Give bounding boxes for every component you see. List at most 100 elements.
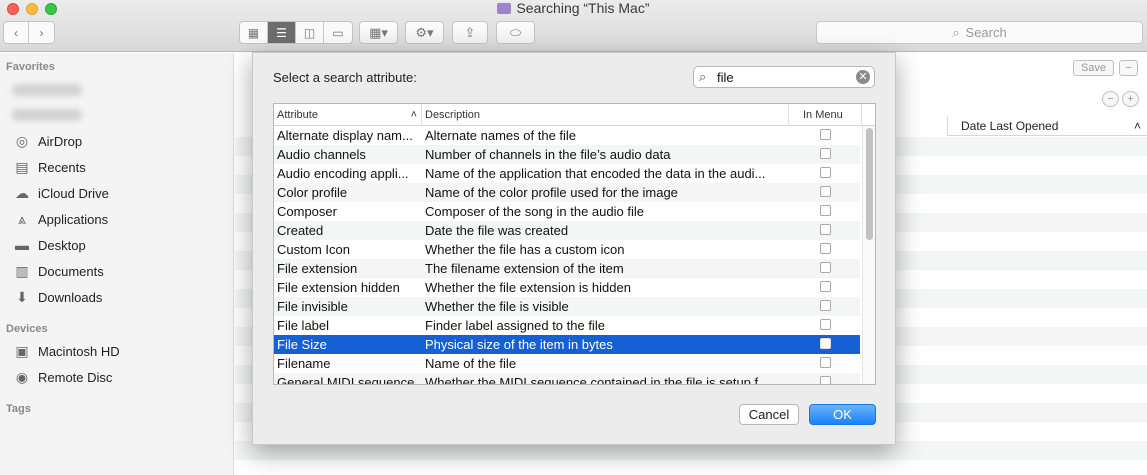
chevron-up-icon: ˄ [410, 109, 417, 121]
sidebar-item-remote-disc[interactable]: ◉ Remote Disc [12, 366, 113, 388]
remove-criteria-button[interactable]: − [1102, 91, 1119, 107]
description-cell: The filename extension of the item [425, 261, 624, 276]
in-menu-checkbox[interactable] [820, 129, 831, 140]
table-row[interactable]: File extension hidden Whether the file ex… [274, 278, 860, 297]
plus-icon: + [1127, 93, 1134, 105]
grid-icon: ▦ [247, 25, 260, 40]
table-row[interactable]: File label Finder label assigned to the f… [274, 316, 860, 335]
attribute-cell: Custom Icon [277, 242, 350, 257]
table-row[interactable]: Custom Icon Whether the file has a custom… [274, 240, 860, 259]
description-cell: Name of the file [425, 356, 517, 371]
column-header-attribute[interactable]: Attribute ˄ [274, 104, 422, 126]
column-view-button[interactable]: ◫ [296, 22, 324, 43]
in-menu-checkbox[interactable] [820, 357, 831, 368]
columns-icon: ◫ [303, 25, 316, 40]
cloud-icon: ☁ [15, 184, 29, 201]
in-menu-checkbox[interactable] [820, 338, 831, 349]
table-row[interactable]: File Size Physical size of the item in by… [274, 335, 860, 354]
list-view-button[interactable]: ☰ [268, 22, 296, 43]
in-menu-checkbox[interactable] [820, 205, 831, 216]
table-scrollbar[interactable] [862, 126, 875, 384]
table-row[interactable]: Audio encoding appli... Name of the appli… [274, 164, 860, 183]
sidebar-header-devices: Devices [6, 323, 48, 335]
description-cell: Number of channels in the file’s audio d… [425, 147, 671, 162]
chevron-left-icon: ‹ [14, 25, 18, 40]
attribute-cell: Alternate display nam... [277, 128, 413, 143]
attribute-cell: Audio encoding appli... [277, 166, 409, 181]
description-cell: Whether the file is visible [425, 299, 569, 314]
description-cell: Alternate names of the file [425, 128, 577, 143]
applications-icon: ⩓ [18, 210, 26, 227]
sidebar-item-label: iCloud Drive [38, 185, 109, 201]
in-menu-checkbox[interactable] [820, 376, 831, 384]
in-menu-checkbox[interactable] [820, 262, 831, 273]
toolbar-search-field[interactable]: ⌕ Search [816, 21, 1143, 44]
attribute-cell: Filename [277, 356, 331, 371]
gear-icon: ⚙▾ [415, 24, 434, 40]
sidebar-item-label: AirDrop [38, 133, 83, 149]
table-row[interactable]: Color profile Name of the color profile u… [274, 183, 860, 202]
sidebar-header-tags: Tags [6, 403, 31, 415]
save-search-button[interactable]: Save [1073, 60, 1114, 76]
column-header-description[interactable]: Description [422, 104, 789, 126]
in-menu-checkbox[interactable] [820, 319, 831, 330]
sidebar-item-documents[interactable]: ▥ Documents [12, 260, 103, 282]
column-header-in-menu[interactable]: In Menu [789, 104, 862, 126]
icon-view-button[interactable]: ▦ [240, 22, 268, 43]
share-button[interactable]: ⇪ [452, 21, 488, 44]
tags-button[interactable]: ⬭ [496, 21, 535, 44]
add-criteria-button[interactable]: + [1122, 91, 1139, 107]
column-header-label: In Menu [803, 109, 843, 121]
description-cell: Name of the application that encoded the… [425, 166, 766, 181]
ok-button[interactable]: OK [809, 404, 876, 425]
sidebar-item-applications[interactable]: ⩓ Applications [12, 208, 108, 230]
clear-search-icon[interactable]: ✕ [856, 70, 870, 84]
gallery-view-button[interactable]: ▭ [324, 22, 352, 43]
sidebar-item-airdrop[interactable]: ◎ AirDrop [12, 130, 82, 152]
in-menu-checkbox[interactable] [820, 186, 831, 197]
forward-button[interactable]: › [29, 22, 54, 43]
attribute-search-field[interactable]: ⌕ file ✕ [693, 66, 875, 88]
in-menu-checkbox[interactable] [820, 243, 831, 254]
sidebar-item-hidden[interactable] [12, 109, 82, 121]
in-menu-checkbox[interactable] [820, 281, 831, 292]
table-row[interactable]: Created Date the file was created [274, 221, 860, 240]
group-by-button[interactable]: ▦▾ [359, 21, 398, 44]
attribute-search-value: file [717, 70, 734, 85]
airdrop-icon: ◎ [15, 132, 29, 149]
back-button[interactable]: ‹ [4, 22, 29, 43]
attribute-cell: File extension hidden [277, 280, 400, 295]
date-last-opened-column-header[interactable]: Date Last Opened ˄ [947, 116, 1147, 136]
sidebar-item-macintosh-hd[interactable]: ▣ Macintosh HD [12, 340, 119, 362]
table-row[interactable]: File extension The filename extension of … [274, 259, 860, 278]
in-menu-checkbox[interactable] [820, 224, 831, 235]
attribute-cell: File label [277, 318, 330, 333]
sidebar-item-icloud-drive[interactable]: ☁ iCloud Drive [12, 182, 109, 204]
table-row[interactable]: General MIDI sequence Whether the MIDI se… [274, 373, 860, 385]
sidebar-item-label: Remote Disc [38, 369, 113, 385]
attribute-cell: Audio channels [277, 147, 366, 162]
remove-search-button[interactable]: − [1119, 60, 1138, 76]
action-menu-button[interactable]: ⚙▾ [405, 21, 444, 44]
sidebar-item-recents[interactable]: ▤ Recents [12, 156, 85, 178]
in-menu-checkbox[interactable] [820, 167, 831, 178]
scrollbar-thumb[interactable] [866, 128, 873, 240]
list-icon: ☰ [276, 25, 287, 40]
table-row[interactable]: Filename Name of the file [274, 354, 860, 373]
sidebar-item-downloads[interactable]: ⬇ Downloads [12, 286, 102, 308]
table-row[interactable]: Composer Composer of the song in the audi… [274, 202, 860, 221]
tag-icon: ⬭ [509, 24, 522, 40]
in-menu-checkbox[interactable] [820, 300, 831, 311]
sidebar-item-desktop[interactable]: ▬ Desktop [12, 234, 86, 256]
table-row[interactable]: File invisible Whether the file is visibl… [274, 297, 860, 316]
table-row[interactable]: Alternate display nam... Alternate names … [274, 126, 860, 145]
column-header-label: Description [425, 109, 481, 121]
cancel-button[interactable]: Cancel [739, 404, 799, 425]
attribute-cell: General MIDI sequence [277, 375, 415, 385]
table-row[interactable]: Audio channels Number of channels in the … [274, 145, 860, 164]
column-header-label: Date Last Opened [961, 119, 1059, 133]
column-header-label: Attribute [277, 109, 318, 121]
sidebar-item-hidden[interactable] [12, 84, 82, 96]
chevron-right-icon: › [39, 25, 44, 40]
in-menu-checkbox[interactable] [820, 148, 831, 159]
